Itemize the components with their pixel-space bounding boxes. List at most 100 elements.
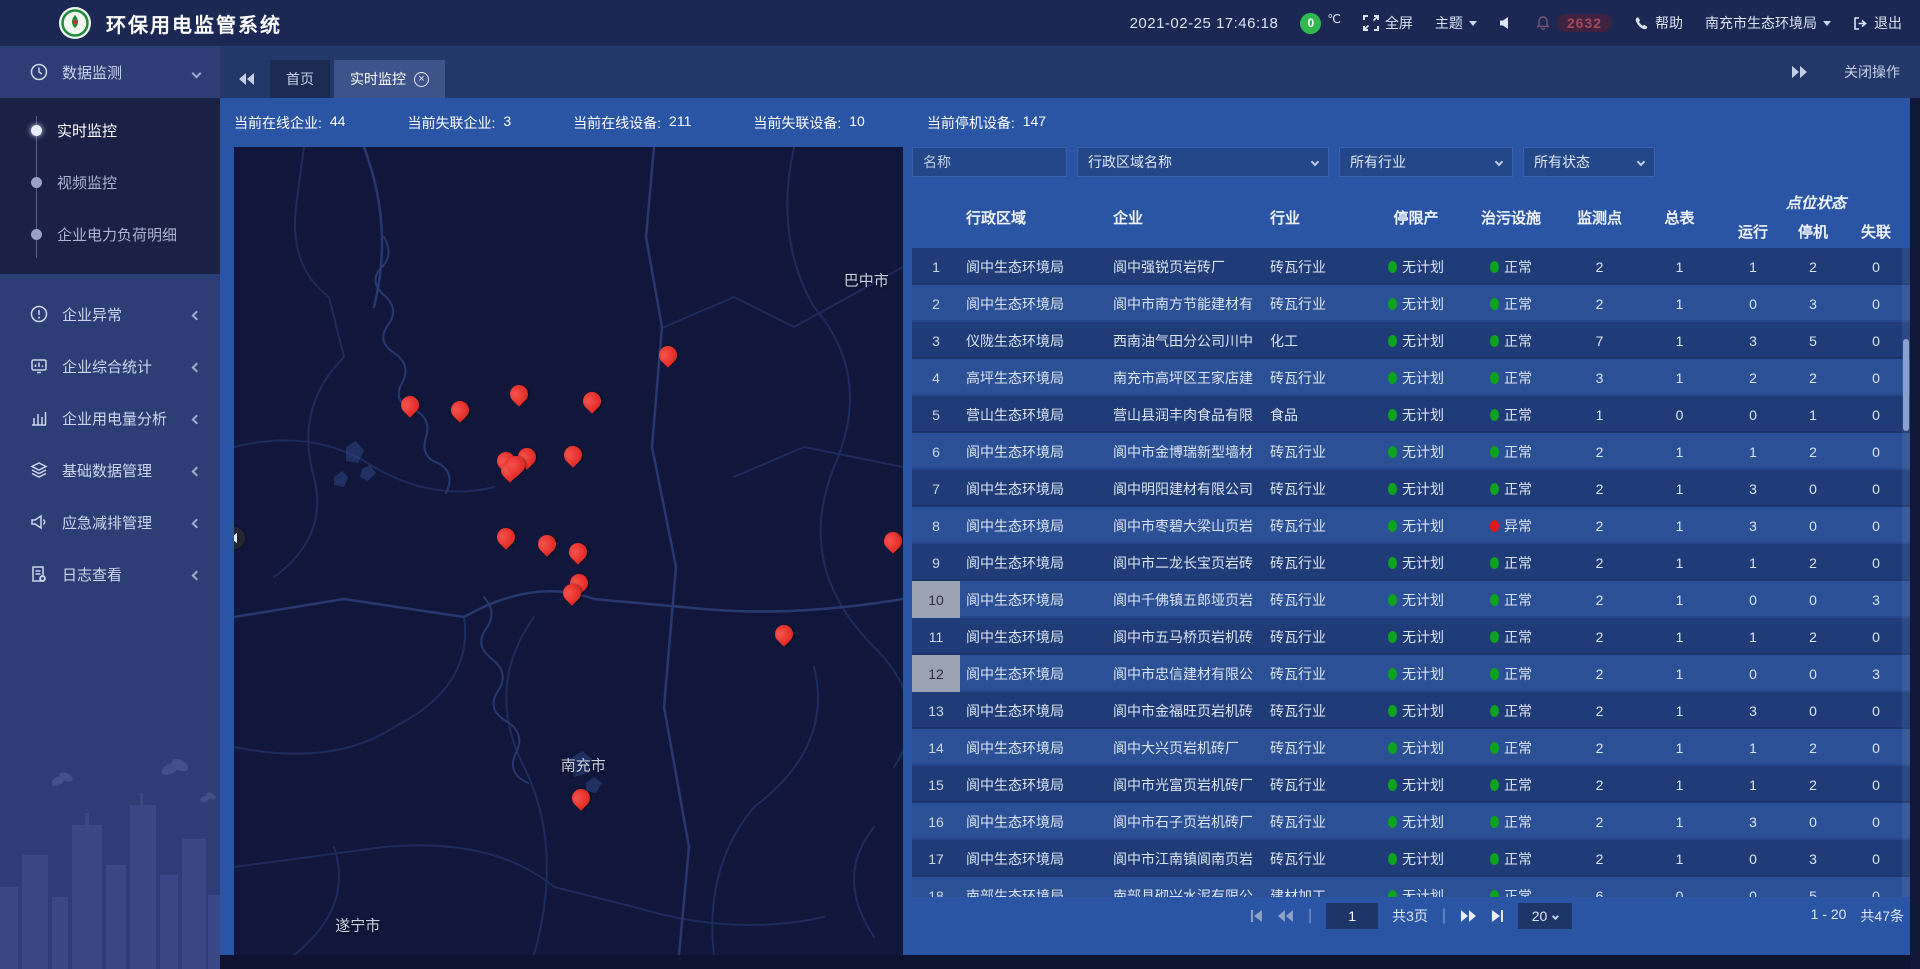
- points-cell: 2: [1562, 518, 1637, 534]
- stop-count-cell: 1: [1784, 407, 1842, 423]
- table-row[interactable]: 17 阆中生态环境局 阆中市江南镇阆南页岩 砖瓦行业 无计划 正常 2 1 0 …: [912, 840, 1910, 877]
- table-row[interactable]: 16 阆中生态环境局 阆中市石子页岩机砖厂 砖瓦行业 无计划 正常 2 1 3 …: [912, 803, 1910, 840]
- filter-bar: 行政区域名称 所有行业 所有状态: [912, 147, 1910, 177]
- halt-status-cell: 无计划: [1372, 553, 1460, 573]
- region-select[interactable]: 行政区域名称: [1077, 147, 1329, 177]
- status-dot-icon: [1388, 668, 1397, 680]
- stop-count-cell: 0: [1784, 666, 1842, 682]
- sidebar-item-data-monitoring[interactable]: 数据监测: [0, 46, 220, 98]
- scrollbar-thumb[interactable]: [1903, 339, 1909, 431]
- page-size-select[interactable]: 20: [1518, 903, 1572, 929]
- stop-count-cell: 2: [1784, 370, 1842, 386]
- prev-page-button[interactable]: [1278, 910, 1294, 922]
- theme-dropdown[interactable]: 主题: [1435, 13, 1477, 33]
- pagination-bar: | 共3页 | 20 1 - 20: [912, 897, 1910, 935]
- sidebar-item-base-data[interactable]: 基础数据管理: [0, 444, 220, 496]
- last-page-button[interactable]: [1490, 910, 1504, 922]
- fullscreen-button[interactable]: 全屏: [1363, 13, 1413, 33]
- tabs-scroll-right-button[interactable]: [1780, 53, 1818, 91]
- region-cell: 阆中生态环境局: [960, 294, 1107, 314]
- status-dot-icon: [1490, 705, 1499, 717]
- stat-lost-devices: 当前失联设备:10: [753, 113, 864, 133]
- table-row[interactable]: 8 阆中生态环境局 阆中市枣碧大梁山页岩 砖瓦行业 无计划 异常 2 1 3 0…: [912, 507, 1910, 544]
- help-button[interactable]: 帮助: [1634, 13, 1683, 33]
- stat-lost-enterprises: 当前失联企业:3: [407, 113, 511, 133]
- table-scrollbar[interactable]: [1902, 248, 1910, 897]
- region-cell: 南部生态环境局: [960, 886, 1107, 898]
- name-search-input[interactable]: [912, 147, 1067, 177]
- org-dropdown[interactable]: 南充市生态环境局: [1705, 13, 1831, 33]
- table-row[interactable]: 5 营山生态环境局 营山县润丰肉食品有限 食品 无计划 正常 1 0 0 1 0: [912, 396, 1910, 433]
- sidebar-item-emission-management[interactable]: 应急减排管理: [0, 496, 220, 548]
- meters-cell: 1: [1637, 296, 1722, 312]
- halt-status-cell: 无计划: [1372, 405, 1460, 425]
- sidebar-item-enterprise-abnormal[interactable]: 企业异常: [0, 288, 220, 340]
- fullscreen-icon: [1363, 15, 1379, 31]
- map-panel[interactable]: 巴中市南充市遂宁市: [234, 147, 903, 955]
- lost-count-cell: 3: [1842, 592, 1910, 608]
- facility-status-cell: 正常: [1460, 257, 1562, 277]
- row-number-cell: 16: [912, 803, 960, 840]
- status-select-value: 所有状态: [1534, 152, 1590, 172]
- status-dot-icon: [1490, 409, 1499, 421]
- table-row[interactable]: 11 阆中生态环境局 阆中市五马桥页岩机砖 砖瓦行业 无计划 正常 2 1 1 …: [912, 618, 1910, 655]
- table-row[interactable]: 6 阆中生态环境局 阆中市金博瑞新型墙材 砖瓦行业 无计划 正常 2 1 1 2…: [912, 433, 1910, 470]
- stop-count-cell: 0: [1784, 592, 1842, 608]
- sidebar-item-power-analysis[interactable]: 企业用电量分析: [0, 392, 220, 444]
- row-number-cell: 11: [912, 618, 960, 655]
- chevron-left-icon: [192, 570, 202, 580]
- row-number-cell: 9: [912, 544, 960, 581]
- company-cell: 阆中市江南镇阆南页岩: [1107, 849, 1264, 869]
- sidebar-item-log-view[interactable]: 日志查看: [0, 548, 220, 600]
- industry-cell: 食品: [1264, 405, 1372, 425]
- row-number-cell: 17: [912, 840, 960, 877]
- first-page-button[interactable]: [1250, 910, 1264, 922]
- chevron-left-icon: [192, 466, 202, 476]
- notification-bell[interactable]: 2632: [1535, 14, 1612, 32]
- region-cell: 阆中生态环境局: [960, 701, 1107, 721]
- status-dot-icon: [1490, 742, 1499, 754]
- col-header-halt: 停限产: [1372, 187, 1460, 248]
- sidebar-item-power-load-detail[interactable]: 企业电力负荷明细: [0, 208, 220, 260]
- page-number-input[interactable]: [1326, 903, 1378, 929]
- logout-button[interactable]: 退出: [1853, 13, 1902, 33]
- mute-button[interactable]: [1499, 16, 1513, 30]
- table-row[interactable]: 7 阆中生态环境局 阆中明阳建材有限公司 砖瓦行业 无计划 正常 2 1 3 0…: [912, 470, 1910, 507]
- row-number-cell: 12: [912, 655, 960, 692]
- lost-count-cell: 0: [1842, 370, 1910, 386]
- company-cell: 阆中市金博瑞新型墙材: [1107, 442, 1264, 462]
- tabs-scroll-left-button[interactable]: [228, 60, 266, 98]
- meters-cell: 1: [1637, 555, 1722, 571]
- table-row[interactable]: 4 高坪生态环境局 南充市高坪区王家店建 砖瓦行业 无计划 正常 3 1 2 2…: [912, 359, 1910, 396]
- close-operations-button[interactable]: 关闭操作: [1844, 62, 1900, 82]
- table-row[interactable]: 2 阆中生态环境局 阆中市南方节能建材有 砖瓦行业 无计划 正常 2 1 0 3…: [912, 285, 1910, 322]
- page-title: 环保用电监管系统: [106, 9, 282, 38]
- table-row[interactable]: 15 阆中生态环境局 阆中市光富页岩机砖厂 砖瓦行业 无计划 正常 2 1 1 …: [912, 766, 1910, 803]
- table-row[interactable]: 3 仪陇生态环境局 西南油气田分公司川中 化工 无计划 正常 7 1 3 5 0: [912, 322, 1910, 359]
- halt-status-cell: 无计划: [1372, 516, 1460, 536]
- region-cell: 阆中生态环境局: [960, 627, 1107, 647]
- megaphone-icon: [30, 513, 48, 531]
- table-row[interactable]: 13 阆中生态环境局 阆中市金福旺页岩机砖 砖瓦行业 无计划 正常 2 1 3 …: [912, 692, 1910, 729]
- tab-home[interactable]: 首页: [270, 60, 330, 98]
- table-row[interactable]: 10 阆中生态环境局 阆中千佛镇五郎垭页岩 砖瓦行业 无计划 正常 2 1 0 …: [912, 581, 1910, 618]
- tab-close-icon[interactable]: ×: [414, 72, 429, 87]
- run-count-cell: 0: [1722, 592, 1784, 608]
- sidebar-item-video-monitoring[interactable]: 视频监控: [0, 156, 220, 208]
- facility-status-cell: 正常: [1460, 553, 1562, 573]
- meters-cell: 1: [1637, 370, 1722, 386]
- tab-realtime-monitoring[interactable]: 实时监控 ×: [334, 60, 445, 98]
- industry-cell: 砖瓦行业: [1264, 812, 1372, 832]
- sidebar-item-realtime-monitoring[interactable]: 实时监控: [0, 104, 220, 156]
- facility-status-cell: 异常: [1460, 516, 1562, 536]
- table-row[interactable]: 9 阆中生态环境局 阆中市二龙长宝页岩砖 砖瓦行业 无计划 正常 2 1 1 2…: [912, 544, 1910, 581]
- industry-select[interactable]: 所有行业: [1339, 147, 1513, 177]
- next-page-button[interactable]: [1460, 910, 1476, 922]
- help-label: 帮助: [1655, 13, 1683, 33]
- table-row[interactable]: 1 阆中生态环境局 阆中强锐页岩砖厂 砖瓦行业 无计划 正常 2 1 1 2 0: [912, 248, 1910, 285]
- table-row[interactable]: 18 南部生态环境局 南部县砌兴水泥有限公 建材加工 无计划 正常 6 0 0 …: [912, 877, 1910, 897]
- table-row[interactable]: 14 阆中生态环境局 阆中大兴页岩机砖厂 砖瓦行业 无计划 正常 2 1 1 2…: [912, 729, 1910, 766]
- table-row[interactable]: 12 阆中生态环境局 阆中市忠信建材有限公 砖瓦行业 无计划 正常 2 1 0 …: [912, 655, 1910, 692]
- status-select[interactable]: 所有状态: [1523, 147, 1655, 177]
- sidebar-item-enterprise-stats[interactable]: 企业综合统计: [0, 340, 220, 392]
